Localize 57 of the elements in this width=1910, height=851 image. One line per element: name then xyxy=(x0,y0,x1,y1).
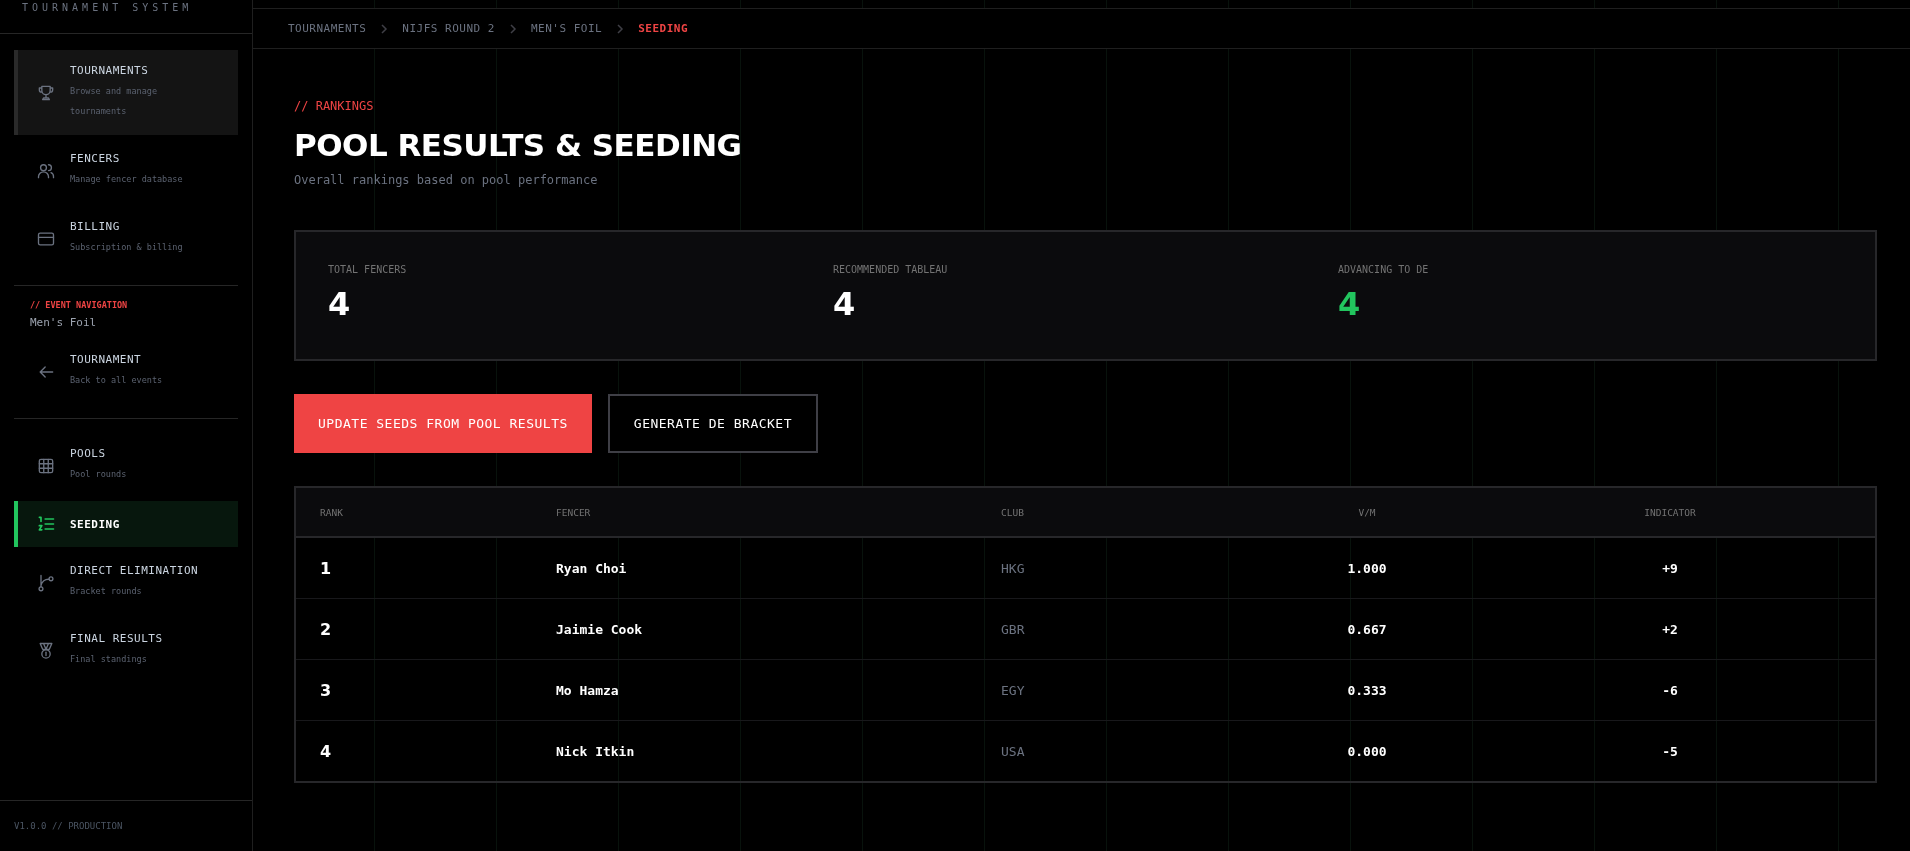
sidebar-item[interactable]: SEEDING xyxy=(14,501,238,547)
victory-ratio-cell: 1.000 xyxy=(1347,560,1387,576)
club-cell-text: HKG xyxy=(1001,560,1026,576)
column-header: INDICATOR xyxy=(1644,506,1696,518)
page-subtitle: Overall rankings based on pool performance xyxy=(294,173,599,187)
stat-label: RECOMMENDED TABLEAU xyxy=(833,264,948,275)
fencer-name-cell-text: Nick Itkin xyxy=(556,743,636,759)
breadcrumb-link[interactable]: TOURNAMENTS xyxy=(288,22,367,35)
sidebar-item[interactable]: FENCERS Manage fencer database xyxy=(14,138,238,203)
event-name: Men's Foil xyxy=(29,316,98,329)
section-label: // EVENT NAVIGATION xyxy=(29,300,129,310)
column-header: FENCER xyxy=(556,506,592,518)
branch-icon xyxy=(36,572,56,593)
fencer-name-cell-text: Mo Hamza xyxy=(556,682,620,698)
brand-subtitle: TOURNAMENT SYSTEM xyxy=(22,2,193,14)
rank-cell-text: 2 xyxy=(320,619,333,639)
numbered-list-icon xyxy=(36,514,56,534)
breadcrumb-link[interactable]: NIJFS ROUND 2 xyxy=(402,22,495,35)
back-link[interactable]: TOURNAMENT Back to all events xyxy=(14,339,238,404)
stat-label: TOTAL FENCERS xyxy=(328,264,407,275)
victory-ratio-cell: 0.333 xyxy=(1347,682,1387,698)
column-header: CLUB xyxy=(1001,506,1025,518)
sidebar-item[interactable]: POOLS Pool rounds xyxy=(14,433,238,498)
update-seeds-button[interactable]: UPDATE SEEDS FROM POOL RESULTS xyxy=(294,394,592,453)
rank-cell-text: 1 xyxy=(320,558,333,578)
stat-label: ADVANCING TO DE xyxy=(1338,264,1429,275)
indicator-cell: -6 xyxy=(1662,682,1678,698)
sidebar-item[interactable]: BILLING Subscription & billing xyxy=(14,206,238,271)
stat-value: 4 xyxy=(833,285,856,323)
breadcrumb-link[interactable]: MEN'S FOIL xyxy=(530,22,603,35)
sidebar-item[interactable]: TOURNAMENTS Browse and manage tournaments xyxy=(14,50,238,135)
breadcrumb-link[interactable]: SEEDING xyxy=(638,22,689,35)
chevron-right-icon xyxy=(616,23,625,34)
fencer-name-cell-text: Jaimie Cook xyxy=(556,621,644,637)
indicator-cell: -5 xyxy=(1662,743,1678,759)
section-eyebrow: // RANKINGS xyxy=(294,99,375,113)
club-cell-text: USA xyxy=(1001,743,1026,759)
rank-cell-text: 3 xyxy=(320,680,333,700)
victory-ratio-cell: 0.000 xyxy=(1347,743,1387,759)
chevron-right-icon xyxy=(380,23,389,34)
indicator-cell: +9 xyxy=(1662,560,1678,576)
column-header: V/M xyxy=(1358,506,1376,518)
generate-bracket-button[interactable]: GENERATE DE BRACKET xyxy=(607,394,819,453)
sidebar-item[interactable]: DIRECT ELIMINATION Bracket rounds xyxy=(14,550,238,615)
club-cell-text: EGY xyxy=(1001,682,1026,698)
stat-value: 4 xyxy=(1338,285,1361,323)
page-title: POOL RESULTS & SEEDING xyxy=(294,127,743,163)
stat-value: 4 xyxy=(328,285,351,323)
victory-ratio-cell: 0.667 xyxy=(1347,621,1387,637)
chevron-right-icon xyxy=(508,23,517,34)
fencer-name-cell-text: Ryan Choi xyxy=(556,560,628,576)
version-label: V1.0.0 // PRODUCTION xyxy=(14,821,123,831)
sidebar-item[interactable]: FINAL RESULTS Final standings xyxy=(14,618,238,683)
rank-cell-text: 4 xyxy=(320,741,333,761)
column-header: RANK xyxy=(320,506,344,518)
club-cell-text: GBR xyxy=(1001,621,1026,637)
indicator-cell: +2 xyxy=(1662,621,1678,637)
